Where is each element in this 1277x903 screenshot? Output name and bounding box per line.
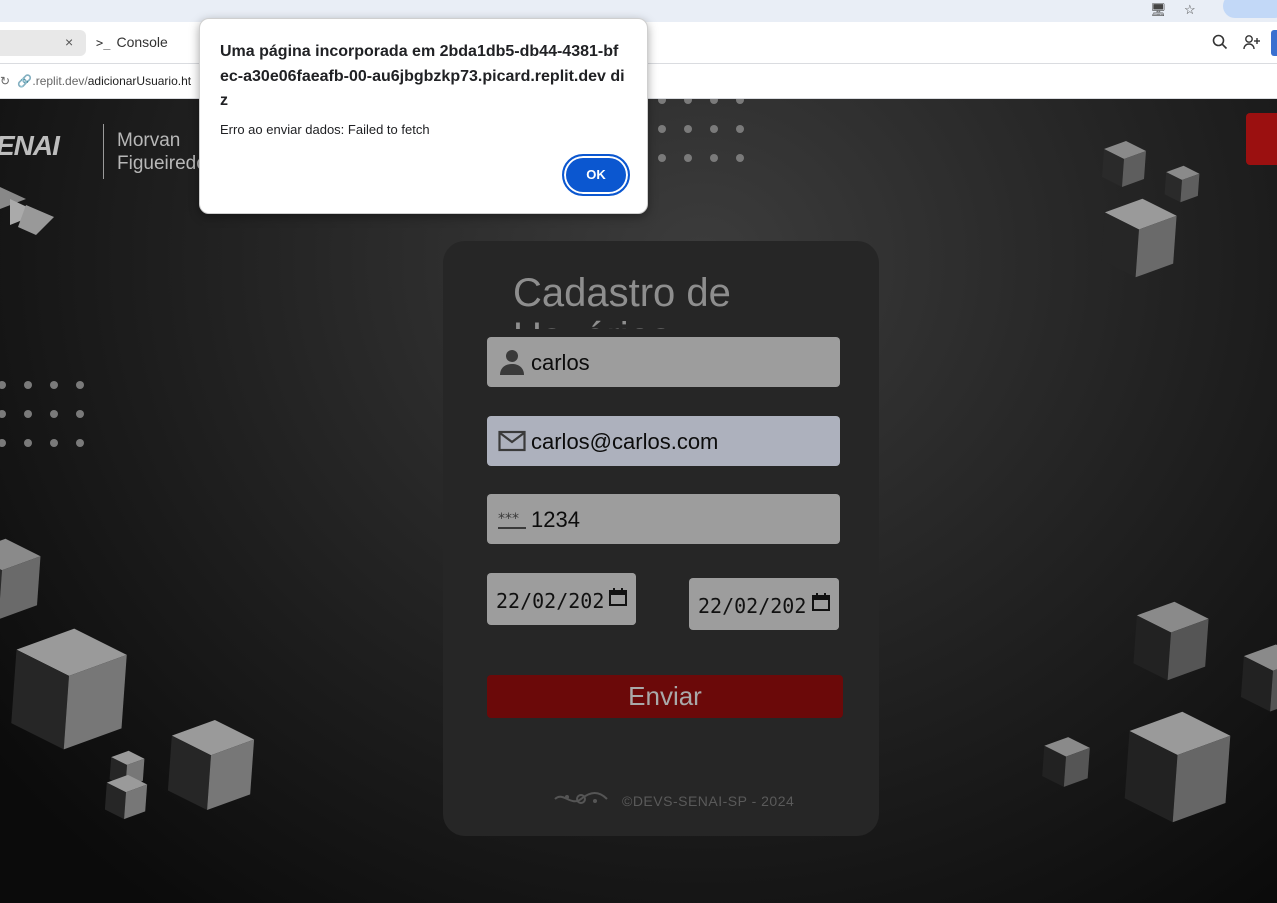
school-name-line2: Figueiredo <box>117 153 207 174</box>
submit-button[interactable]: Enviar <box>487 675 843 718</box>
decorative-dots-top <box>658 99 744 162</box>
logo-divider <box>103 124 104 179</box>
senai-logo: ENAI <box>0 130 60 161</box>
logo-emblem-icon <box>0 187 54 235</box>
page-viewport: ENAI Morvan Figueiredo Cadastro de carlo… <box>0 99 1277 903</box>
start-date-input[interactable]: 22/02/2024 <box>487 573 636 625</box>
desktop-icon[interactable]: 🖥 <box>1150 2 1167 18</box>
email-input[interactable]: carlos@carlos.com <box>531 429 718 455</box>
dialog-message: Erro ao enviar dados: Failed to fetch <box>220 122 430 137</box>
decorative-cube-icon <box>1042 737 1090 787</box>
decorative-cube-icon <box>104 774 148 820</box>
tab-close-icon[interactable]: × <box>65 34 73 50</box>
calendar-icon[interactable] <box>811 592 831 612</box>
tab-active[interactable]: × <box>0 30 86 56</box>
school-name-line1: Morvan <box>117 130 181 151</box>
name-field[interactable]: carlos <box>487 337 840 387</box>
decorative-dots-left <box>0 381 84 447</box>
password-input[interactable]: 1234 <box>531 507 580 533</box>
form-title: Cadastro de Usuários <box>513 271 731 329</box>
profile-chip[interactable] <box>1223 0 1277 18</box>
school-name: Morvan Figueiredo <box>117 129 207 175</box>
decorative-cube-icon <box>1240 644 1277 712</box>
decorative-cube-icon <box>1102 141 1146 187</box>
start-date-value: 22/02/2024 <box>496 589 617 613</box>
add-user-icon[interactable] <box>1243 34 1261 55</box>
reload-icon[interactable]: ↻ <box>0 74 10 88</box>
dialog-title: Uma página incorporada em 2bda1db5-db44-… <box>220 43 625 109</box>
footer-copyright: ©DEVS-SENAI-SP - 2024 <box>622 793 795 809</box>
alert-dialog: Uma página incorporada em 2bda1db5-db44-… <box>199 18 648 214</box>
end-date-value: 22/02/2024 <box>698 594 819 618</box>
tab-console[interactable]: >_ Console <box>96 34 168 50</box>
password-field[interactable]: *** 1234 <box>487 494 840 544</box>
url-path: adicionarUsuario.ht <box>87 74 192 88</box>
bookmark-star-icon[interactable]: ☆ <box>1184 2 1196 18</box>
decorative-cube-icon <box>1133 601 1209 681</box>
console-icon: >_ <box>96 36 111 50</box>
calendar-icon[interactable] <box>608 587 628 607</box>
decorative-cube-icon <box>1124 711 1231 823</box>
email-field[interactable]: carlos@carlos.com <box>487 416 840 466</box>
panel-toggle-button[interactable] <box>1271 30 1277 56</box>
link-icon: 🔗 <box>17 74 33 88</box>
name-input[interactable]: carlos <box>531 350 590 376</box>
svg-text:***: *** <box>498 511 519 527</box>
tab-console-label: Console <box>116 34 168 50</box>
url-text[interactable]: ↻ 🔗.replit.dev/adicionarUsuario.ht <box>0 74 191 88</box>
mail-icon <box>498 430 526 452</box>
devs-logo-icon <box>554 792 608 804</box>
decorative-cube-icon <box>11 628 127 750</box>
decorative-cube-icon <box>167 719 255 811</box>
user-icon <box>500 350 524 375</box>
decorative-cube-icon <box>1101 198 1177 278</box>
password-icon: *** <box>498 511 526 529</box>
side-red-button[interactable] <box>1246 113 1277 165</box>
registration-card: Cadastro de Usuários carlos carlos@carlo… <box>443 241 879 836</box>
url-host: .replit.dev/ <box>32 74 88 88</box>
search-icon[interactable] <box>1212 34 1228 55</box>
end-date-input[interactable]: 22/02/2024 <box>689 578 839 630</box>
ok-button[interactable]: OK <box>562 154 630 196</box>
